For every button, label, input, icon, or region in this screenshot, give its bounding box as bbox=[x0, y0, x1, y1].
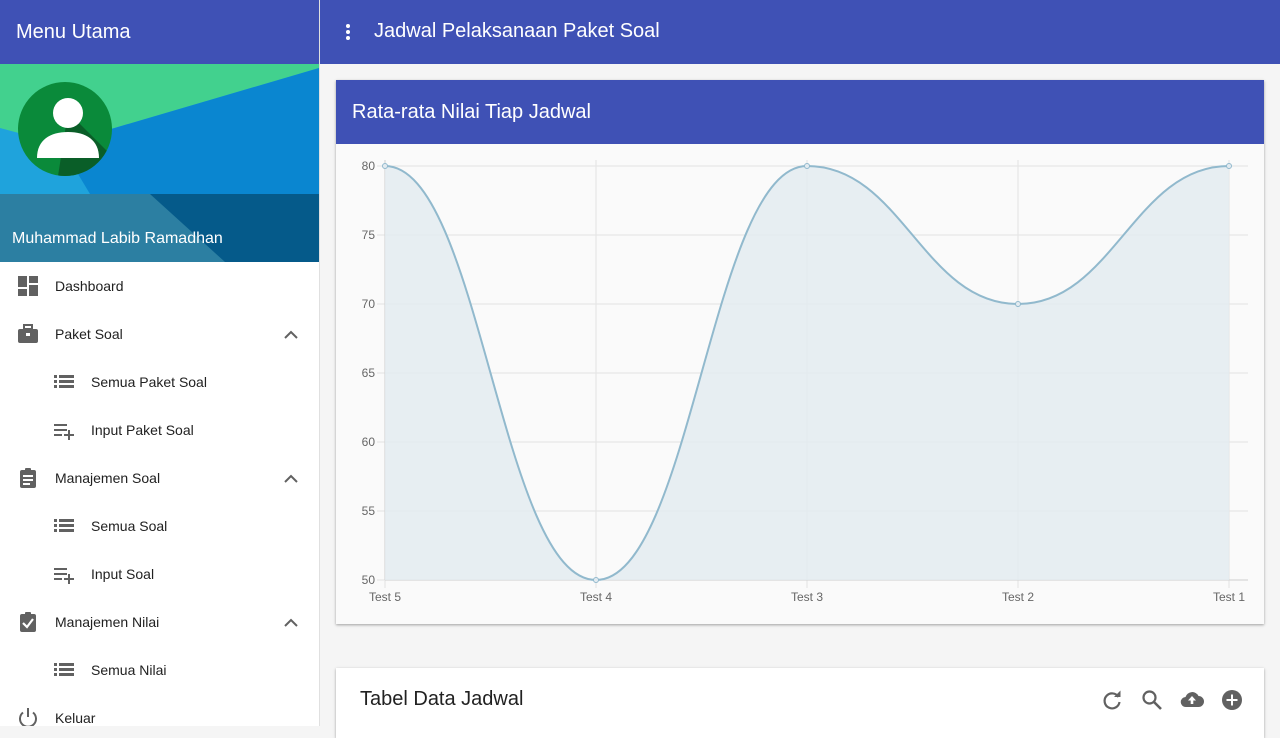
top-app-bar: Jadwal Pelaksanaan Paket Soal bbox=[320, 0, 1280, 64]
chart-card-title: Rata-rata Nilai Tiap Jadwal bbox=[336, 80, 1264, 144]
y-tick-label: 55 bbox=[362, 504, 376, 518]
sidebar-item-semua-paket-soal[interactable]: Semua Paket Soal bbox=[0, 358, 319, 406]
data-point bbox=[593, 577, 599, 583]
list-icon bbox=[54, 375, 74, 388]
assignment-check-icon bbox=[20, 612, 36, 632]
chevron-up-icon[interactable] bbox=[282, 614, 300, 632]
sidebar-item-label: Paket Soal bbox=[55, 326, 123, 342]
playlist-add-icon bbox=[54, 424, 74, 440]
y-tick-label: 60 bbox=[362, 435, 376, 449]
y-tick-label: 65 bbox=[362, 366, 376, 380]
refresh-icon[interactable] bbox=[1100, 688, 1124, 712]
sidebar-item-manajemen-nilai[interactable]: Manajemen Nilai bbox=[0, 598, 319, 646]
user-avatar[interactable] bbox=[18, 82, 112, 176]
x-tick-label: Test 4 bbox=[580, 590, 612, 604]
line-chart: 50 55 60 65 70 75 80 Test 5 Test 4 Test 3 Test 2 Te… bbox=[362, 159, 1248, 604]
sidebar-item-paket-soal[interactable]: Paket Soal bbox=[0, 310, 319, 358]
dashboard-icon bbox=[18, 276, 38, 296]
sidebar-item-dashboard[interactable]: Dashboard bbox=[0, 262, 319, 310]
chart-card: Rata-rata Nilai Tiap Jadwal 50 55 60 65 70 75… bbox=[336, 80, 1264, 624]
briefcase-icon bbox=[18, 324, 38, 343]
list-icon bbox=[54, 519, 74, 532]
sidebar: Menu Utama Muhammad Labib Ramadhan Dashb bbox=[0, 0, 320, 726]
more-vert-icon[interactable] bbox=[338, 20, 362, 44]
sidebar-item-input-paket-soal[interactable]: Input Paket Soal bbox=[0, 406, 319, 454]
sidebar-item-label: Manajemen Nilai bbox=[55, 614, 160, 630]
sidebar-item-label: Semua Soal bbox=[91, 518, 168, 534]
sidebar-item-semua-soal[interactable]: Semua Soal bbox=[0, 502, 319, 550]
data-point bbox=[382, 163, 388, 169]
sidebar-item-input-soal[interactable]: Input Soal bbox=[0, 550, 319, 598]
sidebar-item-label: Input Soal bbox=[91, 566, 155, 582]
table-title: Tabel Data Jadwal bbox=[360, 688, 524, 710]
add-circle-icon[interactable] bbox=[1220, 688, 1244, 712]
sidebar-nav: Dashboard Paket Soal Semua Paket Soal In… bbox=[0, 262, 319, 726]
data-point bbox=[804, 163, 810, 169]
sidebar-title: Menu Utama bbox=[0, 0, 319, 64]
y-tick-label: 50 bbox=[362, 573, 376, 587]
chevron-up-icon[interactable] bbox=[282, 326, 300, 344]
chart-area: 50 55 60 65 70 75 80 Test 5 Test 4 Test 3 Test 2 Te… bbox=[336, 144, 1264, 624]
sidebar-item-label: Input Paket Soal bbox=[91, 422, 194, 438]
sidebar-item-manajemen-soal[interactable]: Manajemen Soal bbox=[0, 454, 319, 502]
x-tick-label: Test 3 bbox=[791, 590, 823, 604]
power-icon bbox=[19, 708, 37, 726]
y-tick-label: 75 bbox=[362, 228, 376, 242]
cloud-upload-icon[interactable] bbox=[1180, 688, 1204, 712]
sidebar-item-semua-nilai[interactable]: Semua Nilai bbox=[0, 646, 319, 694]
user-icon bbox=[37, 98, 112, 176]
page-title: Jadwal Pelaksanaan Paket Soal bbox=[374, 20, 660, 42]
list-icon bbox=[54, 663, 74, 676]
y-tick-label: 80 bbox=[362, 159, 376, 173]
chevron-up-icon[interactable] bbox=[282, 470, 300, 488]
sidebar-item-label: Manajemen Soal bbox=[55, 470, 161, 486]
playlist-add-icon bbox=[54, 568, 74, 584]
user-name: Muhammad Labib Ramadhan bbox=[12, 230, 223, 247]
sidebar-item-label: Dashboard bbox=[55, 278, 124, 294]
y-tick-label: 70 bbox=[362, 297, 376, 311]
x-tick-label: Test 5 bbox=[369, 590, 401, 604]
sidebar-item-keluar[interactable]: Keluar bbox=[0, 694, 319, 726]
profile-header: Muhammad Labib Ramadhan bbox=[0, 64, 319, 262]
search-icon[interactable] bbox=[1140, 688, 1164, 712]
sidebar-item-label: Keluar bbox=[55, 710, 96, 726]
x-tick-label: Test 1 bbox=[1213, 590, 1245, 604]
x-tick-label: Test 2 bbox=[1002, 590, 1034, 604]
data-point bbox=[1015, 301, 1021, 307]
table-card: Tabel Data Jadwal bbox=[336, 668, 1264, 738]
data-point bbox=[1226, 163, 1232, 169]
assignment-icon bbox=[20, 468, 36, 488]
sidebar-item-label: Semua Paket Soal bbox=[91, 374, 207, 390]
sidebar-item-label: Semua Nilai bbox=[91, 662, 167, 678]
